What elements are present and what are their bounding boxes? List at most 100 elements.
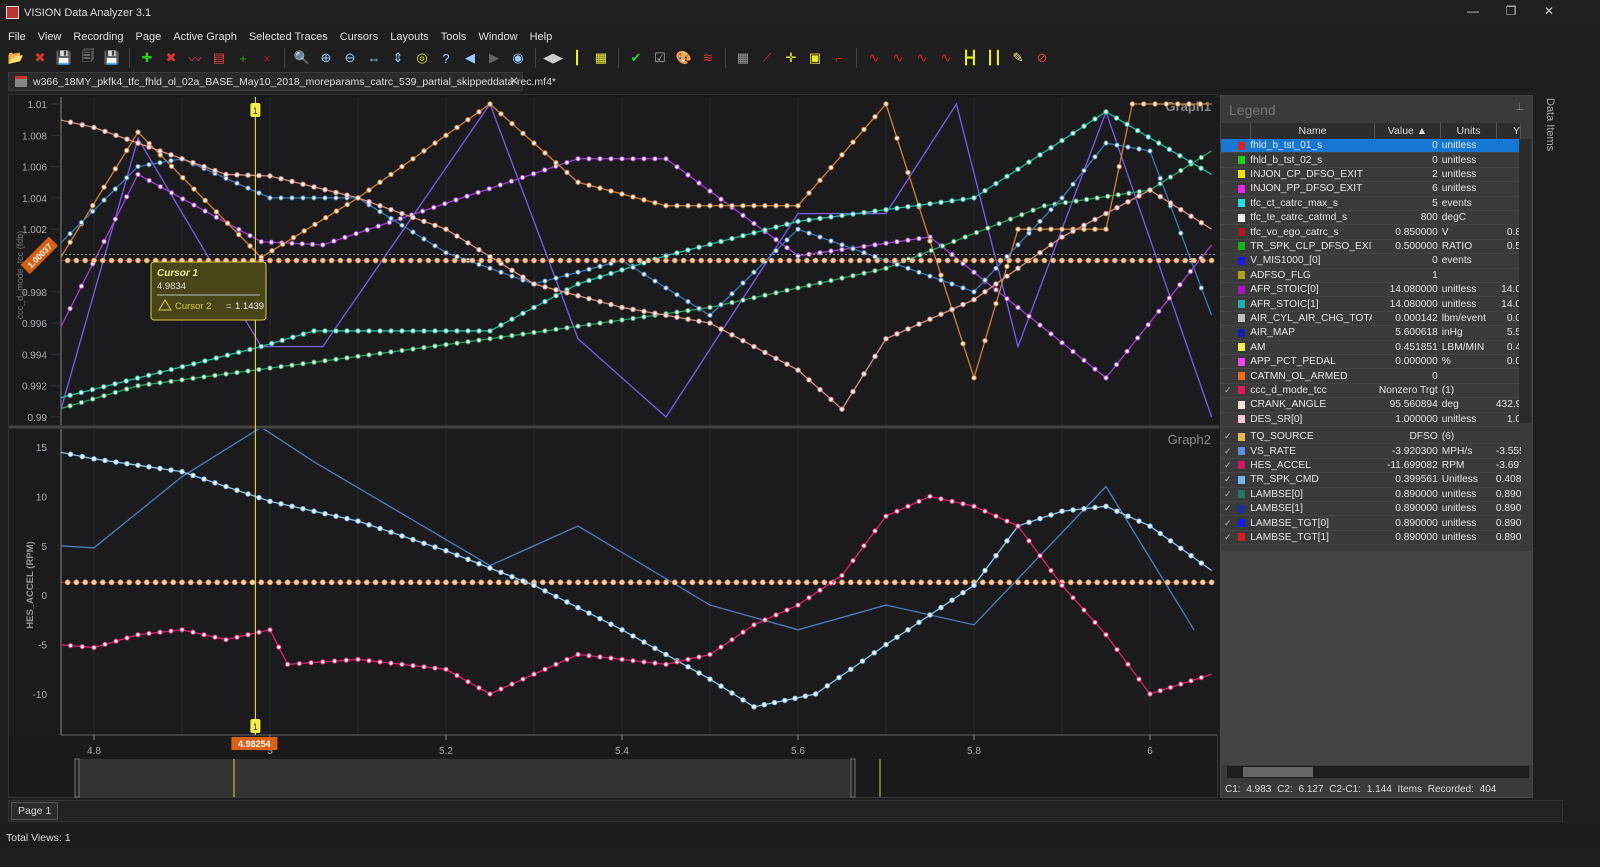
visibility-checkbox[interactable]: ✓ — [1221, 460, 1235, 471]
add-y-axis-icon[interactable]: + — [233, 48, 253, 68]
trace-color-swatch[interactable] — [1237, 300, 1246, 309]
legend-row[interactable]: ✓ TR_SPK_CMD 0.399561 Unitless 0.408 — [1221, 473, 1521, 488]
trace-color-swatch[interactable] — [1237, 519, 1246, 528]
trace-color-swatch[interactable] — [1237, 228, 1246, 237]
open-folder-icon[interactable]: 📂 — [6, 48, 26, 68]
column-value[interactable]: Value ▲ — [1375, 123, 1441, 139]
legend-row[interactable]: ✓ ccc_d_mode_tcc Nonzero Trgt (1) — [1221, 384, 1521, 399]
trace-color-swatch[interactable] — [1237, 357, 1246, 366]
trace-color-swatch[interactable] — [1237, 372, 1246, 381]
notes-icon[interactable]: ✎ — [1008, 48, 1028, 68]
visibility-checkbox[interactable]: ✓ — [1221, 489, 1235, 500]
legend-row[interactable]: AFR_STOIC[0] 14.080000 unitless 14.0 — [1221, 283, 1521, 298]
menu-file[interactable]: File — [0, 29, 30, 45]
legend-row[interactable]: ✓ LAMBSE_TGT[1] 0.890000 unitless 0.890 — [1221, 531, 1521, 546]
menu-help[interactable]: Help — [522, 29, 557, 45]
legend-row[interactable]: AM 0.451851 LBM/MIN 0.4 — [1221, 341, 1521, 355]
visibility-checkbox[interactable]: ✓ — [1221, 503, 1235, 514]
menu-window[interactable]: Window — [470, 29, 521, 45]
legend-row[interactable]: ✓ LAMBSE[1] 0.890000 unitless 0.890 — [1221, 502, 1521, 517]
legend-row[interactable]: CATMN_OL_ARMED 0 — [1221, 369, 1521, 384]
visibility-checkbox[interactable]: ✓ — [1221, 532, 1235, 543]
menu-page[interactable]: Page — [128, 29, 166, 45]
cursor-table-icon[interactable]: ▦ — [591, 48, 611, 68]
palette-icon[interactable]: 🎨 — [674, 48, 694, 68]
trace-color-swatch[interactable] — [1237, 285, 1246, 294]
legend-row[interactable]: AIR_CYL_AIR_CHG_TOTAL 0.000142 lbm/event 0.… — [1221, 312, 1521, 327]
visibility-checkbox[interactable]: ✓ — [1221, 518, 1235, 529]
trace-color-swatch[interactable] — [1237, 199, 1246, 208]
trace-color-swatch[interactable] — [1237, 447, 1246, 456]
overview-range[interactable] — [77, 759, 853, 797]
trace-color-swatch[interactable] — [1237, 533, 1246, 542]
legend-row[interactable]: INJON_CP_DFSO_EXIT 2 unitless — [1221, 168, 1521, 183]
multi-cursor-icon[interactable]: ┃┃ — [984, 48, 1004, 68]
trace-color-swatch[interactable] — [1237, 314, 1246, 323]
menu-cursors[interactable]: Cursors — [332, 29, 383, 45]
add-graph-icon[interactable]: ✚ — [137, 48, 157, 68]
page-tab[interactable]: Page 1 — [11, 802, 59, 820]
zoom-cursors-icon[interactable]: ◎ — [412, 48, 432, 68]
crosshair-icon[interactable]: ✛ — [781, 48, 801, 68]
wave-stack-icon[interactable]: ∿ — [936, 48, 956, 68]
trace-color-swatch[interactable] — [1237, 400, 1246, 409]
data-items-tab[interactable]: Data Items — [1538, 98, 1556, 158]
column-name[interactable]: Name — [1251, 123, 1375, 139]
trace-lines-icon[interactable]: ≋ — [698, 48, 718, 68]
legend-row[interactable]: INJON_PP_DFSO_EXIT 6 unitless — [1221, 182, 1521, 197]
legend-row[interactable]: tfc_vo_ego_catrc_s 0.850000 V 0.8 — [1221, 225, 1521, 240]
legend-row[interactable]: ADFSO_FLG 1 — [1221, 269, 1521, 283]
trace-color-swatch[interactable] — [1237, 415, 1246, 424]
zoom-fit-icon[interactable]: 🔍 — [292, 48, 312, 68]
legend-row[interactable]: ✓ LAMBSE_TGT[0] 0.890000 unitless 0.890 — [1221, 516, 1521, 531]
trace-color-swatch[interactable] — [1237, 170, 1246, 179]
point-markers-icon[interactable]: ⟋ — [757, 48, 777, 68]
hide-icon[interactable]: ⊘ — [1032, 48, 1052, 68]
grid-icon[interactable]: ▦ — [733, 48, 753, 68]
zoom-forward-icon[interactable]: ▶ — [484, 48, 504, 68]
trace-color-swatch[interactable] — [1237, 256, 1246, 265]
trace-color-swatch[interactable] — [1237, 461, 1246, 470]
wave-icon[interactable]: ∿ — [864, 48, 884, 68]
legend-row[interactable]: ✓ VS_RATE -3.920300MPH/s -3.555 — [1221, 444, 1521, 459]
zoom-y-icon[interactable]: ⇕ — [388, 48, 408, 68]
legend-row[interactable]: tfc_te_catrc_catmd_s 800 degC — [1221, 211, 1521, 226]
maximize-button[interactable]: ❐ — [1496, 4, 1526, 22]
zoom-back-icon[interactable]: ◀ — [460, 48, 480, 68]
legend-row[interactable]: tfc_ct_catrc_max_s 5 events — [1221, 197, 1521, 211]
point-label-icon[interactable]: ▣ — [805, 48, 825, 68]
trace-check-icon[interactable]: ☑ — [650, 48, 670, 68]
trace-color-swatch[interactable] — [1237, 328, 1246, 337]
legend-row[interactable]: AIR_MAP 5.600618 inHg 5.5 — [1221, 326, 1521, 341]
tab-close-button[interactable]: ✕ — [509, 74, 519, 88]
step-line-icon[interactable]: ⌐ — [829, 48, 849, 68]
trace-color-swatch[interactable] — [1237, 242, 1246, 251]
trace-color-swatch[interactable] — [1237, 141, 1246, 150]
scrollbar-thumb[interactable] — [1243, 767, 1313, 777]
visibility-checkbox[interactable]: ✓ — [1221, 474, 1235, 485]
menu-active-graph[interactable]: Active Graph — [165, 29, 241, 45]
legend-row[interactable]: fhld_b_tst_01_s 0 unitless — [1221, 139, 1521, 154]
overview-right-handle[interactable] — [850, 758, 856, 798]
legend-row[interactable]: fhld_b_tst_02_s 0 unitless — [1221, 153, 1521, 168]
legend-row[interactable]: TR_SPK_CLP_DFSO_EXIT 0.500000 RATIO 0.5 — [1221, 240, 1521, 255]
legend-row[interactable]: DES_SR[0] 1.000000 unitless 1.0 — [1221, 413, 1521, 427]
trace-color-swatch[interactable] — [1237, 475, 1246, 484]
legend-row[interactable]: V_MIS1000_[0] 0 events — [1221, 254, 1521, 269]
menu-tools[interactable]: Tools — [433, 29, 471, 45]
trace-color-swatch[interactable] — [1237, 184, 1246, 193]
legend-row[interactable]: ✓ LAMBSE[0] 0.890000 unitless 0.890 — [1221, 488, 1521, 502]
trace-color-swatch[interactable] — [1237, 504, 1246, 513]
legend-row[interactable]: APP_PCT_PEDAL 0.000000% 0.0 — [1221, 355, 1521, 370]
legend-row[interactable]: AFR_STOIC[1] 14.080000 unitless 14.0 — [1221, 297, 1521, 312]
recording-tab[interactable]: w366_18MY_pkfk4_tfc_fhld_ol_02a_BASE_May… — [8, 72, 556, 91]
trace-color-swatch[interactable] — [1237, 271, 1246, 280]
legend-vertical-scrollbar[interactable] — [1519, 139, 1531, 423]
remove-graph-icon[interactable]: ✖ — [161, 48, 181, 68]
zoom-help-icon[interactable]: ? — [436, 48, 456, 68]
wave-axis-icon[interactable]: ∿ — [912, 48, 932, 68]
save-all-icon[interactable]: 🗐 — [78, 48, 98, 68]
menu-recording[interactable]: Recording — [65, 29, 127, 45]
zoom-out-icon[interactable]: ⊖ — [340, 48, 360, 68]
graph-format-icon[interactable]: 〰 — [185, 48, 205, 68]
